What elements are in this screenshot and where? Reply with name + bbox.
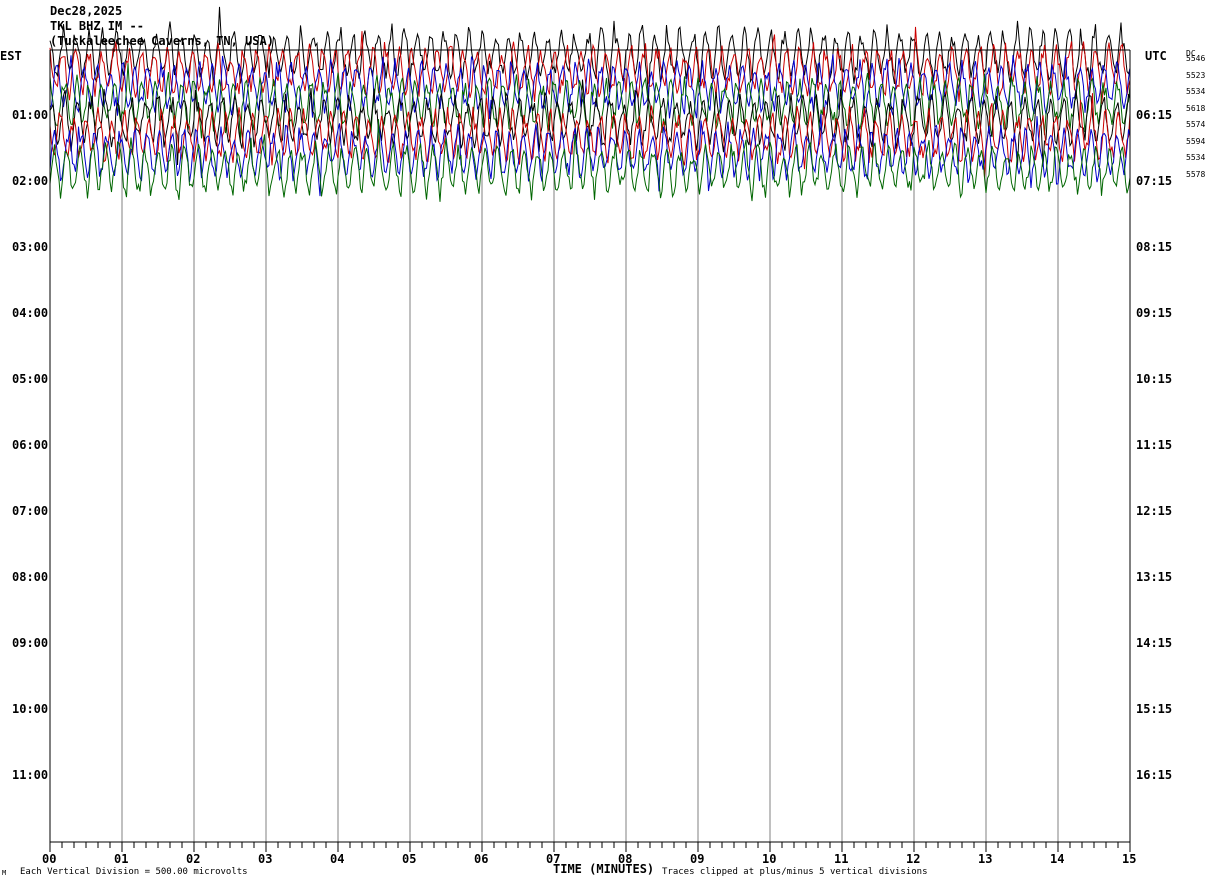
est-time-label: 06:00 <box>12 438 49 452</box>
utc-time-label: 13:15 <box>1136 570 1173 584</box>
utc-time-label: 15:15 <box>1136 702 1173 716</box>
x-tick-label: 12 <box>906 852 921 866</box>
x-tick-label: 05 <box>402 852 417 866</box>
est-time-label: 04:00 <box>12 306 49 320</box>
utc-time-label: 12:15 <box>1136 504 1173 518</box>
utc-time-label: 07:15 <box>1136 174 1173 188</box>
x-tick-label: 15 <box>1122 852 1137 866</box>
x-tick-label: 10 <box>762 852 777 866</box>
right-axis-title: UTC <box>1145 49 1167 63</box>
utc-time-label: 08:15 <box>1136 240 1173 254</box>
station-location: (Tuckaleechee Caverns, TN, USA) <box>50 34 274 48</box>
x-tick-label: 03 <box>258 852 273 866</box>
utc-time-label: 14:15 <box>1136 636 1173 650</box>
dc-value: 5546 <box>1186 54 1206 63</box>
helicorder-plot <box>49 6 1131 852</box>
plot-axes <box>49 49 1131 843</box>
left-axis-title: EST <box>0 49 22 63</box>
x-tick-label: 02 <box>186 852 201 866</box>
est-time-label: 02:00 <box>12 174 49 188</box>
est-time-label: 05:00 <box>12 372 49 386</box>
utc-time-label: 06:15 <box>1136 108 1173 122</box>
scale-note: Each Vertical Division = 500.00 microvol… <box>20 867 248 877</box>
utc-time-label: 09:15 <box>1136 306 1173 320</box>
est-time-label: 08:00 <box>12 570 49 584</box>
est-time-label: 11:00 <box>12 768 49 782</box>
utc-time-label: 16:15 <box>1136 768 1173 782</box>
est-time-label: 07:00 <box>12 504 49 518</box>
corner-mark: M <box>2 869 7 877</box>
dc-value: 5594 <box>1186 136 1206 146</box>
x-tick-label: 06 <box>474 852 489 866</box>
record-date: Dec28,2025 <box>50 4 123 18</box>
utc-time-label: 10:15 <box>1136 372 1173 386</box>
dc-value: 5523 <box>1186 70 1206 80</box>
x-axis-ticks <box>49 842 1131 852</box>
clip-note: Traces clipped at plus/minus 5 vertical … <box>662 867 928 877</box>
station-code: TKL BHZ IM -- <box>50 19 144 33</box>
x-tick-label: 09 <box>690 852 705 866</box>
dc-value: 5578 <box>1186 169 1206 179</box>
est-time-label: 10:00 <box>12 702 49 716</box>
est-time-label: 03:00 <box>12 240 49 254</box>
dc-value: 5574 <box>1186 120 1206 129</box>
dc-value: 5534 <box>1186 87 1206 96</box>
utc-time-label: 11:15 <box>1136 438 1173 452</box>
est-time-label: 09:00 <box>12 636 49 650</box>
dc-value: 5618 <box>1186 103 1206 113</box>
x-tick-label: 11 <box>834 852 849 866</box>
x-tick-label: 04 <box>330 852 345 866</box>
dc-value: 5534 <box>1186 153 1206 162</box>
x-tick-label: 13 <box>978 852 993 866</box>
x-tick-label: 14 <box>1050 852 1065 866</box>
x-tick-label: 00 <box>42 852 57 866</box>
x-axis-title: TIME (MINUTES) <box>553 862 655 876</box>
est-time-label: 01:00 <box>12 108 49 122</box>
x-tick-label: 01 <box>114 852 129 866</box>
